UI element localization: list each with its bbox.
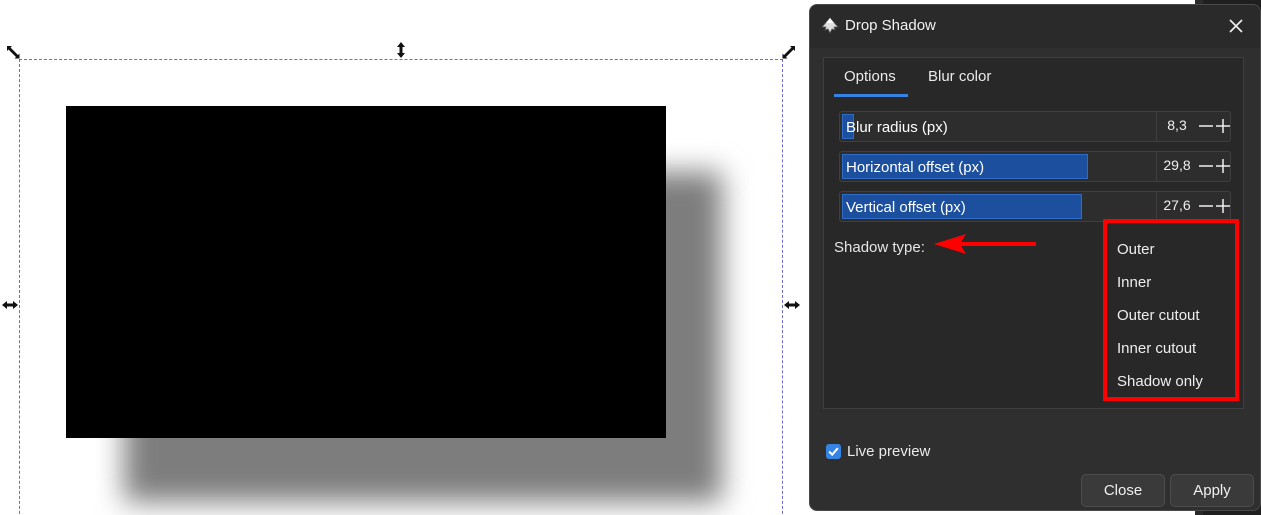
- minus-icon[interactable]: [1197, 114, 1215, 138]
- annotation-highlight-box: [1103, 219, 1239, 401]
- close-icon[interactable]: [1224, 14, 1248, 38]
- slider-value[interactable]: 27,6: [1160, 197, 1194, 213]
- divider: [1156, 112, 1157, 141]
- slider-label: Horizontal offset (px): [846, 159, 985, 176]
- resize-handle-top-left-icon[interactable]: [5, 44, 21, 60]
- apply-button[interactable]: Apply: [1170, 474, 1254, 507]
- black-rectangle[interactable]: [66, 106, 666, 438]
- plus-icon[interactable]: [1214, 114, 1232, 138]
- active-tab-indicator: [834, 94, 908, 97]
- dialog-titlebar[interactable]: Drop Shadow: [810, 5, 1260, 48]
- shadow-type-label: Shadow type:: [834, 239, 925, 256]
- plus-icon[interactable]: [1214, 154, 1232, 178]
- slider-track[interactable]: Horizontal offset (px): [842, 154, 1154, 179]
- tab-bar: Options Blur color: [824, 58, 1243, 97]
- annotation-arrow-icon: [932, 232, 1038, 256]
- slider-value[interactable]: 29,8: [1160, 157, 1194, 173]
- plus-icon[interactable]: [1214, 194, 1232, 218]
- resize-handle-left-icon[interactable]: [2, 297, 18, 313]
- tab-blur-color[interactable]: Blur color: [928, 68, 991, 85]
- tab-options[interactable]: Options: [844, 68, 896, 85]
- horizontal-offset-slider[interactable]: Horizontal offset (px) 29,8: [839, 151, 1231, 182]
- slider-track[interactable]: Vertical offset (px): [842, 194, 1154, 219]
- close-button[interactable]: Close: [1081, 474, 1165, 507]
- resize-handle-top-right-icon[interactable]: [781, 44, 797, 60]
- divider: [1156, 152, 1157, 181]
- resize-handle-right-icon[interactable]: [784, 297, 800, 313]
- dialog-title: Drop Shadow: [845, 17, 936, 34]
- slider-track[interactable]: Blur radius (px): [842, 114, 1154, 139]
- live-preview-label: Live preview: [847, 443, 931, 460]
- minus-icon[interactable]: [1197, 154, 1215, 178]
- checkbox-checked-icon[interactable]: [826, 444, 841, 459]
- divider: [1156, 192, 1157, 221]
- vertical-offset-slider[interactable]: Vertical offset (px) 27,6: [839, 191, 1231, 222]
- inkscape-logo-icon: [820, 17, 840, 35]
- blur-radius-slider[interactable]: Blur radius (px) 8,3: [839, 111, 1231, 142]
- slider-label: Blur radius (px): [846, 119, 948, 136]
- slider-label: Vertical offset (px): [846, 199, 966, 216]
- slider-value[interactable]: 8,3: [1160, 117, 1194, 133]
- resize-handle-top-icon[interactable]: [393, 42, 409, 58]
- minus-icon[interactable]: [1197, 194, 1215, 218]
- drawing-canvas[interactable]: [0, 0, 808, 515]
